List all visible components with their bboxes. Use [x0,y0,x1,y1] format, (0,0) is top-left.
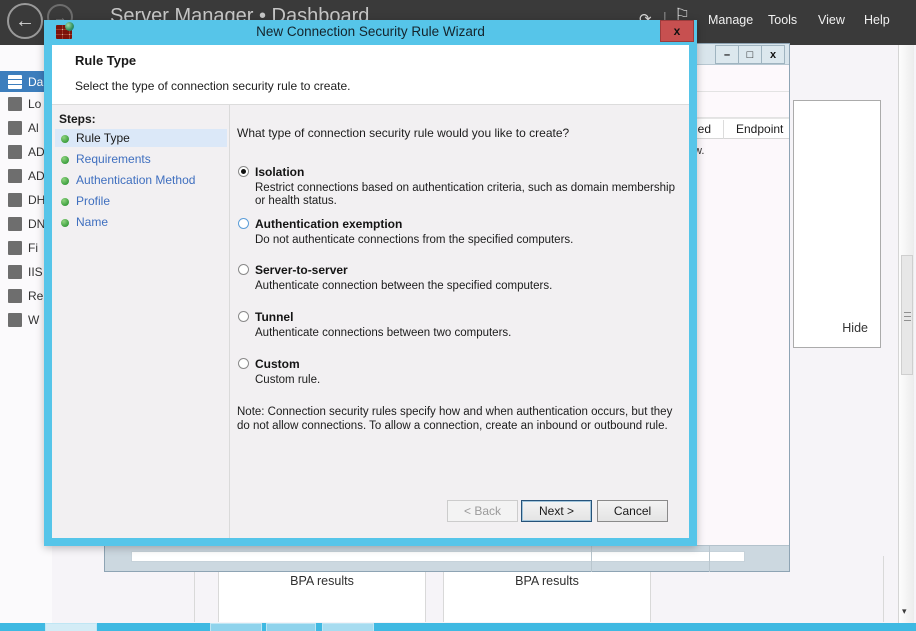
step-rule-type[interactable]: Rule Type [52,130,230,148]
menu-manage[interactable]: Manage [708,13,753,27]
column-endpoint[interactable]: Endpoint [736,122,783,136]
step-bullet-icon [61,177,69,185]
firewall-window-controls: – □ x [716,45,785,64]
horizontal-scrollbar[interactable] [131,551,745,562]
page-title: Rule Type [75,53,136,68]
remote-desktop-icon [8,289,22,303]
taskbar-app-1[interactable] [45,623,97,631]
hide-link[interactable]: Hide [842,321,868,335]
option-server-to-server-label[interactable]: Server-to-server [255,263,348,277]
next-button[interactable]: Next > [521,500,592,522]
page-subtitle: Select the type of connection security r… [75,79,350,93]
wizard-body: Rule Type Select the type of connection … [52,45,689,538]
step-requirements[interactable]: Requirements [52,151,230,169]
dns-icon [8,217,22,231]
steps-panel: Steps: Rule Type Requirements Authentica… [52,105,230,538]
desktop-screen: ← → Server Manager • Dashboard ⟳ | ⚐ Man… [0,0,916,631]
ad-ds-icon [8,169,22,183]
back-arrow-icon: ← [15,10,35,33]
wizard-note: Note: Connection security rules specify … [237,405,685,433]
close-window-button[interactable]: x [761,45,785,64]
maximize-button[interactable]: □ [738,45,762,64]
scrollbar-grip-icon [904,312,911,313]
iis-icon [8,265,22,279]
option-tunnel-label[interactable]: Tunnel [255,310,293,324]
back-button[interactable]: ← [7,3,43,39]
step-bullet-icon [61,219,69,227]
step-name[interactable]: Name [52,214,230,232]
step-bullet-icon [61,198,69,206]
rule-type-question: What type of connection security rule wo… [237,126,687,140]
option-custom-label[interactable]: Custom [255,357,300,371]
dashboard-detail-panel: Hide [793,100,881,348]
step-profile[interactable]: Profile [52,193,230,211]
option-custom-desc: Custom rule. [255,374,685,387]
taskbar-app-2[interactable] [210,623,262,631]
option-server-to-server-desc: Authenticate connection between the spec… [255,280,685,293]
local-server-icon [8,97,22,111]
option-tunnel-desc: Authenticate connections between two com… [255,327,685,340]
minimize-button[interactable]: – [715,45,739,64]
wizard-header: Rule Type Select the type of connection … [52,45,689,105]
tile-divider-right [883,556,884,622]
scrollbar-thumb[interactable] [901,255,913,375]
firewall-brick-globe-icon [56,25,72,39]
option-authentication-exemption-label[interactable]: Authentication exemption [255,217,402,231]
step-bullet-icon [61,156,69,164]
file-storage-icon [8,241,22,255]
step-authentication-method[interactable]: Authentication Method [52,172,230,190]
wds-icon [8,313,22,327]
all-servers-icon [8,121,22,135]
menu-tools[interactable]: Tools [768,13,797,27]
cancel-button[interactable]: Cancel [597,500,668,522]
radio-custom[interactable] [238,358,249,369]
steps-heading: Steps: [59,112,96,126]
radio-authentication-exemption[interactable] [238,218,249,229]
taskbar-app-4[interactable] [322,623,374,631]
dhcp-icon [8,193,22,207]
radio-isolation[interactable] [238,166,249,177]
step-bullet-icon [61,135,69,143]
ad-cs-icon [8,145,22,159]
option-isolation-desc: Restrict connections based on authentica… [255,182,685,208]
new-connection-security-rule-wizard: New Connection Security Rule Wizard x Ru… [44,20,697,546]
menu-view[interactable]: View [818,13,845,27]
dashboard-grid-icon [8,75,22,89]
wizard-close-button[interactable]: x [660,20,694,42]
taskbar-app-3[interactable] [266,623,316,631]
taskbar[interactable] [0,623,916,631]
vertical-scrollbar[interactable]: ▾ [898,45,914,623]
menu-help[interactable]: Help [864,13,890,27]
column-enabled[interactable]: led [695,122,711,136]
scroll-down-arrow-icon[interactable]: ▾ [902,606,907,617]
back-wizard-button[interactable]: < Back [447,500,518,522]
option-isolation-label[interactable]: Isolation [255,165,304,179]
option-authentication-exemption-desc: Do not authenticate connections from the… [255,234,685,247]
firewall-statusbar [105,545,789,571]
radio-server-to-server[interactable] [238,264,249,275]
wizard-title: New Connection Security Rule Wizard [44,20,697,45]
radio-tunnel[interactable] [238,311,249,322]
